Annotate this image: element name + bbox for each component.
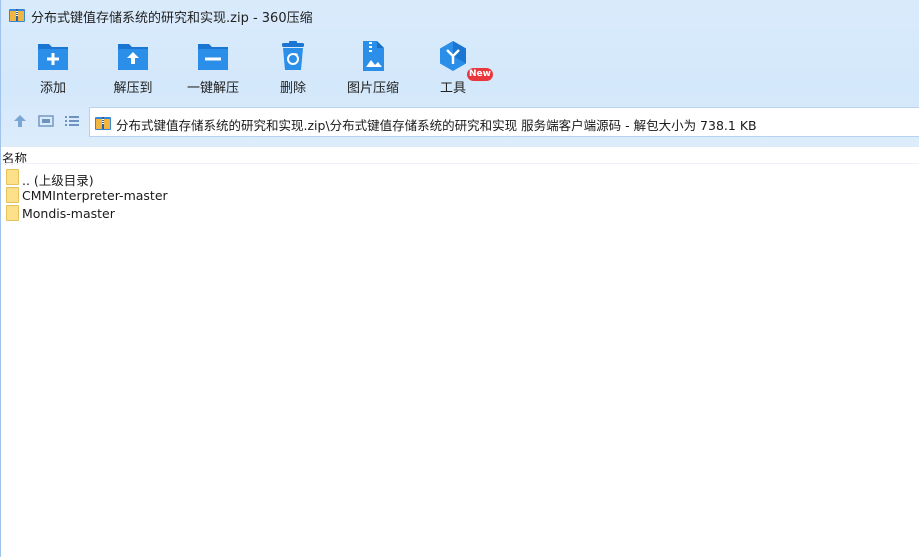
list-item-parent-directory[interactable]: .. (上级目录) [1,168,919,188]
toolbar: 添加 解压到 一键解压 删除 图片压缩 工具 New [13,36,513,100]
folder-icon [6,205,19,221]
delete-button[interactable]: 删除 [253,36,333,100]
address-bar[interactable]: 分布式键值存储系统的研究和实现.zip\分布式键值存储系统的研究和实现 服务端客… [89,107,919,137]
delete-label: 删除 [279,81,306,96]
ribbon-area: 分布式键值存储系统的研究和实现.zip - 360压缩 添加 解压到 一键解压 … [1,0,919,147]
list-view-icon[interactable] [64,113,80,129]
header-divider [1,163,919,164]
title-bar: 分布式键值存储系统的研究和实现.zip - 360压缩 [1,0,919,32]
folder-upload-icon [118,44,148,70]
extract-to-button[interactable]: 解压到 [93,36,173,100]
navigation-bar: 分布式键值存储系统的研究和实现.zip\分布式键值存储系统的研究和实现 服务端客… [1,104,919,140]
window-title: 分布式键值存储系统的研究和实现.zip - 360压缩 [31,11,313,26]
image-compress-label: 图片压缩 [346,81,399,96]
folder-plus-icon [38,44,68,70]
archive-path: 分布式键值存储系统的研究和实现.zip\分布式键值存储系统的研究和实现 服务端客… [116,118,757,133]
zip-archive-icon [9,9,25,22]
app-window: 分布式键值存储系统的研究和实现.zip - 360压缩 添加 解压到 一键解压 … [0,0,919,557]
extract-to-label: 解压到 [113,81,153,96]
zip-archive-icon [95,117,111,130]
list-item-label: Mondis-master [22,206,115,221]
list-header: 名称 [1,147,919,167]
thumbnail-view-icon[interactable] [38,113,54,129]
add-label: 添加 [39,81,66,96]
image-compress-button[interactable]: 图片压缩 [333,36,413,100]
hexagon-y-icon [440,41,466,71]
image-zip-icon [363,41,384,71]
list-item-label: CMMInterpreter-master [22,188,168,203]
new-badge: New [467,68,493,81]
folder-icon [6,169,19,185]
add-button[interactable]: 添加 [13,36,93,100]
one-click-extract-button[interactable]: 一键解压 [173,36,253,100]
up-arrow-icon[interactable] [12,113,28,129]
file-list: .. (上级目录) CMMInterpreter-master Mondis-m… [1,168,919,222]
list-item-folder[interactable]: Mondis-master [1,204,919,222]
one-click-extract-label: 一键解压 [186,81,239,96]
folder-icon [6,187,19,203]
folder-minus-icon [198,44,228,70]
column-header-name[interactable]: 名称 [2,148,27,167]
recycle-bin-icon [282,41,304,70]
list-item-folder[interactable]: CMMInterpreter-master [1,186,919,204]
